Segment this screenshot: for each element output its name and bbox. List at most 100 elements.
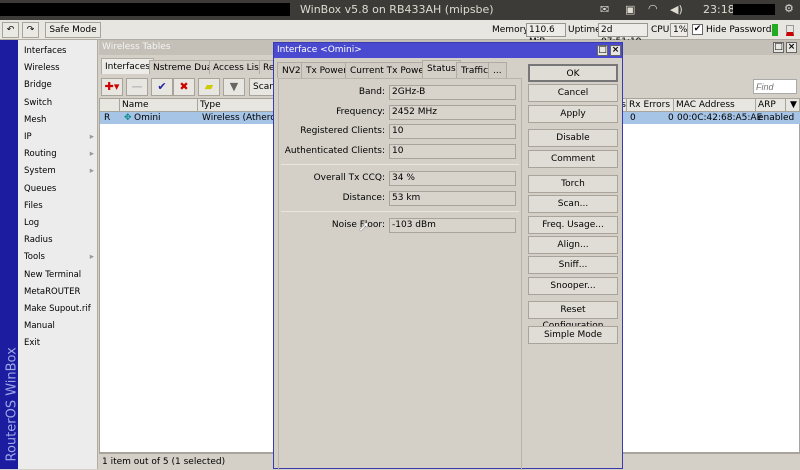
sidebar-item-routing[interactable]: Routing ▸ xyxy=(18,146,98,163)
align-button[interactable]: Align... xyxy=(528,236,618,254)
disable-icon[interactable]: ✖ xyxy=(173,78,195,96)
sidebar-item-bridge[interactable]: Bridge xyxy=(18,77,98,94)
interface-dialog: Interface <Omini> □ × Band: 2GHz-B Frequen… xyxy=(273,42,623,470)
sidebar-item-label: Files xyxy=(24,200,43,211)
sidebar-item-label: System xyxy=(24,166,56,177)
divider xyxy=(281,164,519,165)
sidebar-item-label: Interfaces xyxy=(24,46,67,56)
sidebar-item-label: IP xyxy=(24,132,32,142)
distance-field: 53 km xyxy=(389,191,516,206)
sniff-button[interactable]: Sniff... xyxy=(528,256,618,274)
column-arp[interactable]: ARP xyxy=(756,99,786,112)
sidebar-item-ip[interactable]: IP ▸ xyxy=(18,129,98,146)
column-rx-errors[interactable]: Rx Errors xyxy=(627,99,674,112)
row-rx-errors: 0 xyxy=(668,113,674,123)
cpu-value: 1% xyxy=(670,23,688,37)
tab-access-list[interactable]: Access List xyxy=(209,60,267,74)
submenu-arrow-icon: ▸ xyxy=(89,252,94,263)
hide-passwords-checkbox[interactable]: ✔ xyxy=(692,24,703,35)
column-mac-address[interactable]: MAC Address xyxy=(674,99,756,112)
comment-button[interactable]: Comment xyxy=(528,150,618,168)
apply-button[interactable]: Apply xyxy=(528,105,618,123)
find-input[interactable] xyxy=(753,79,797,94)
column-name[interactable]: Name xyxy=(120,99,198,112)
sidebar-item-label: Radius xyxy=(24,235,53,246)
ok-button[interactable]: OK xyxy=(528,64,618,82)
brand-strip: RouterOS WinBox xyxy=(0,40,20,469)
sidebar-item-label: Queues xyxy=(24,183,57,194)
cancel-button[interactable]: Cancel xyxy=(528,84,618,102)
overall-tx-ccq-field: 34 % xyxy=(389,171,516,186)
maximize-icon[interactable]: □ xyxy=(597,45,608,56)
memory-value: 110.6 MiB xyxy=(526,23,566,47)
redacted-region xyxy=(733,4,775,15)
noise-floor-field: -103 dBm xyxy=(389,218,516,233)
mouse-cursor-icon: ➚ xyxy=(358,219,370,235)
gear-icon[interactable]: ⚙ xyxy=(784,2,794,15)
sidebar-item-interfaces[interactable]: Interfaces xyxy=(18,43,98,60)
frequency-field: 2452 MHz xyxy=(389,105,516,120)
tab-current-tx-power[interactable]: Current Tx Power xyxy=(345,62,433,78)
sidebar-item-mesh[interactable]: Mesh xyxy=(18,112,98,129)
redacted-region xyxy=(0,3,290,16)
row-arp: enabled xyxy=(758,113,795,123)
uptime-value: 2d 07:51:19 xyxy=(598,23,648,47)
sidebar-item-label: Make Supout.rif xyxy=(24,304,91,314)
sidebar-item-switch[interactable]: Switch xyxy=(18,95,98,112)
sidebar-item-radius[interactable]: Radius xyxy=(18,232,98,249)
volume-icon[interactable]: ◀) xyxy=(670,3,683,16)
mail-icon[interactable]: ✉ xyxy=(600,3,609,16)
sidebar-item-tools[interactable]: Tools ▸ xyxy=(18,249,98,266)
column-flags[interactable] xyxy=(100,99,120,112)
sidebar-item-manual[interactable]: Manual xyxy=(18,318,98,335)
wifi-icon[interactable]: ◠ xyxy=(648,2,658,15)
battery-icon[interactable]: ▣ xyxy=(625,3,635,16)
disable-button[interactable]: Disable xyxy=(528,129,618,147)
safe-mode-button[interactable]: Safe Mode xyxy=(45,22,101,38)
row-tx-errors: 0 xyxy=(630,113,636,123)
clock[interactable]: 23:18 xyxy=(703,3,735,16)
sidebar-item-exit[interactable]: Exit xyxy=(18,335,98,352)
sidebar-item-queues[interactable]: Queues xyxy=(18,181,98,198)
tab-interfaces[interactable]: Interfaces xyxy=(101,58,154,74)
dialog-title-bar: Interface <Omini> □ × xyxy=(274,43,622,58)
tab-more[interactable]: ... xyxy=(488,62,507,78)
tab-status[interactable]: Status xyxy=(422,60,461,78)
snooper-button[interactable]: Snooper... xyxy=(528,277,618,295)
sidebar-item-metarouter[interactable]: MetaROUTER xyxy=(18,284,98,301)
sidebar-item-label: Mesh xyxy=(24,114,47,125)
sidebar-item-system[interactable]: System ▸ xyxy=(18,163,98,180)
sidebar-item-files[interactable]: Files xyxy=(18,198,98,215)
sidebar-item-label: Switch xyxy=(24,97,53,108)
wireless-interface-icon: ✥ xyxy=(124,113,132,123)
sidebar-item-make-supout-rif[interactable]: Make Supout.rif xyxy=(18,301,98,318)
close-icon[interactable]: × xyxy=(610,45,621,56)
torch-button[interactable]: Torch xyxy=(528,175,618,193)
undo-button[interactable]: ↶ xyxy=(2,22,19,38)
reset-configuration-button[interactable]: Reset Configuration xyxy=(528,301,618,331)
band-label: Band: xyxy=(358,87,385,97)
top-panel: WinBox v5.8 on RB433AH (mipsbe) ✉ ▣ ◠ ◀)… xyxy=(0,0,800,20)
row-mac: 00:0C:42:68:A5:AE xyxy=(677,113,763,123)
scan-button[interactable]: Scan... xyxy=(528,195,618,213)
sidebar-item-wireless[interactable]: Wireless xyxy=(18,60,98,77)
sidebar-menu: Interfaces Wireless Bridge Switch Mesh IP ▸ Rou… xyxy=(18,40,98,469)
freq-usage-button[interactable]: Freq. Usage... xyxy=(528,216,618,234)
redo-button[interactable]: ↷ xyxy=(22,22,39,38)
submenu-arrow-icon: ▸ xyxy=(89,132,94,142)
maximize-icon[interactable]: □ xyxy=(773,42,784,53)
sidebar-item-label: Log xyxy=(24,218,40,228)
registered-clients-label: Registered Clients: xyxy=(300,126,385,136)
remove-icon[interactable]: — xyxy=(126,78,148,96)
close-icon[interactable]: × xyxy=(786,42,797,53)
enable-icon[interactable]: ✔ xyxy=(151,78,173,96)
authenticated-clients-field: 10 xyxy=(389,144,516,159)
sidebar-item-label: MetaROUTER xyxy=(24,286,81,297)
sidebar-item-new-terminal[interactable]: New Terminal xyxy=(18,267,98,284)
overall-tx-ccq-label: Overall Tx CCQ: xyxy=(313,173,385,183)
simple-mode-button[interactable]: Simple Mode xyxy=(528,326,618,344)
sidebar-item-log[interactable]: Log xyxy=(18,215,98,232)
column-menu-icon[interactable]: ▼ xyxy=(786,99,800,112)
add-icon[interactable]: ✚▾ xyxy=(101,78,123,96)
comment-icon[interactable]: ▰ xyxy=(198,78,220,96)
